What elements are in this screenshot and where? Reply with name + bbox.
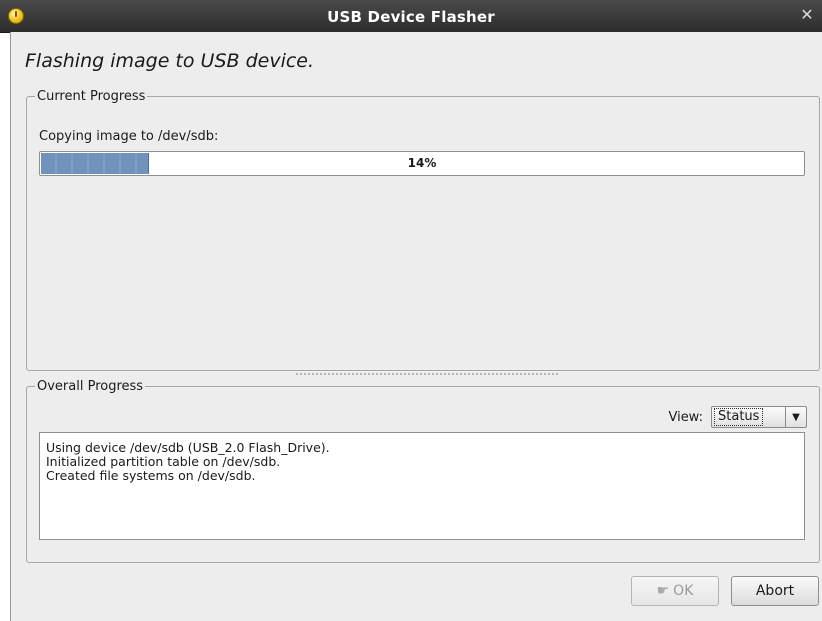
ok-button[interactable]: ☛ OK bbox=[631, 576, 719, 606]
log-line: Using device /dev/sdb (USB_2.0 Flash_Dri… bbox=[46, 440, 330, 455]
view-dropdown[interactable]: Status ▼ bbox=[711, 406, 807, 428]
progress-bar: 14% bbox=[39, 151, 805, 176]
log-line: Created file systems on /dev/sdb. bbox=[46, 468, 256, 483]
overall-progress-legend: Overall Progress bbox=[37, 379, 144, 394]
close-icon[interactable]: ✕ bbox=[798, 6, 816, 24]
ok-button-label: OK bbox=[673, 583, 694, 599]
overall-progress-group: Overall Progress View: Status ▼ Using de… bbox=[26, 379, 820, 563]
status-log[interactable]: Using device /dev/sdb (USB_2.0 Flash_Dri… bbox=[39, 432, 805, 540]
pane-splitter-handle[interactable] bbox=[296, 373, 558, 375]
view-selector-row: View: Status ▼ bbox=[668, 406, 807, 428]
current-progress-legend: Current Progress bbox=[37, 89, 146, 104]
chevron-down-icon: ▼ bbox=[785, 407, 806, 427]
progress-percent: 14% bbox=[407, 156, 437, 170]
copy-status-label: Copying image to /dev/sdb: bbox=[39, 129, 219, 144]
abort-button[interactable]: Abort bbox=[731, 576, 819, 606]
view-label: View: bbox=[668, 409, 703, 425]
window-title: USB Device Flasher bbox=[327, 8, 495, 26]
abort-button-label: Abort bbox=[755, 583, 795, 599]
view-dropdown-value: Status bbox=[714, 408, 764, 426]
ok-gesture-icon: ☛ bbox=[656, 583, 670, 599]
log-line: Initialized partition table on /dev/sdb. bbox=[46, 454, 281, 469]
dialog-window: Flashing image to USB device. Current Pr… bbox=[10, 32, 822, 621]
title-bar: USB Device Flasher ✕ bbox=[0, 0, 822, 33]
current-progress-group: Current Progress Copying image to /dev/s… bbox=[26, 89, 820, 371]
page-title: Flashing image to USB device. bbox=[25, 50, 315, 72]
